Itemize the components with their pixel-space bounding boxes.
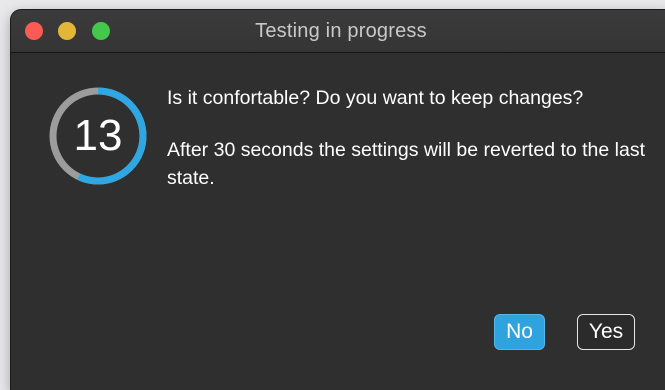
revert-notice-text: After 30 seconds the settings will be re… <box>167 139 646 189</box>
title-bar[interactable]: Testing in progress <box>11 10 665 53</box>
yes-button[interactable]: Yes <box>577 314 635 350</box>
dialog-window: Testing in progress 13 Is it confortable… <box>11 10 665 390</box>
countdown-value: 13 <box>73 111 123 160</box>
question-text: Is it confortable? Do you want to keep c… <box>167 87 584 109</box>
countdown-timer: 13 <box>47 85 149 187</box>
no-button[interactable]: No <box>494 314 545 350</box>
window-title: Testing in progress <box>255 20 427 42</box>
